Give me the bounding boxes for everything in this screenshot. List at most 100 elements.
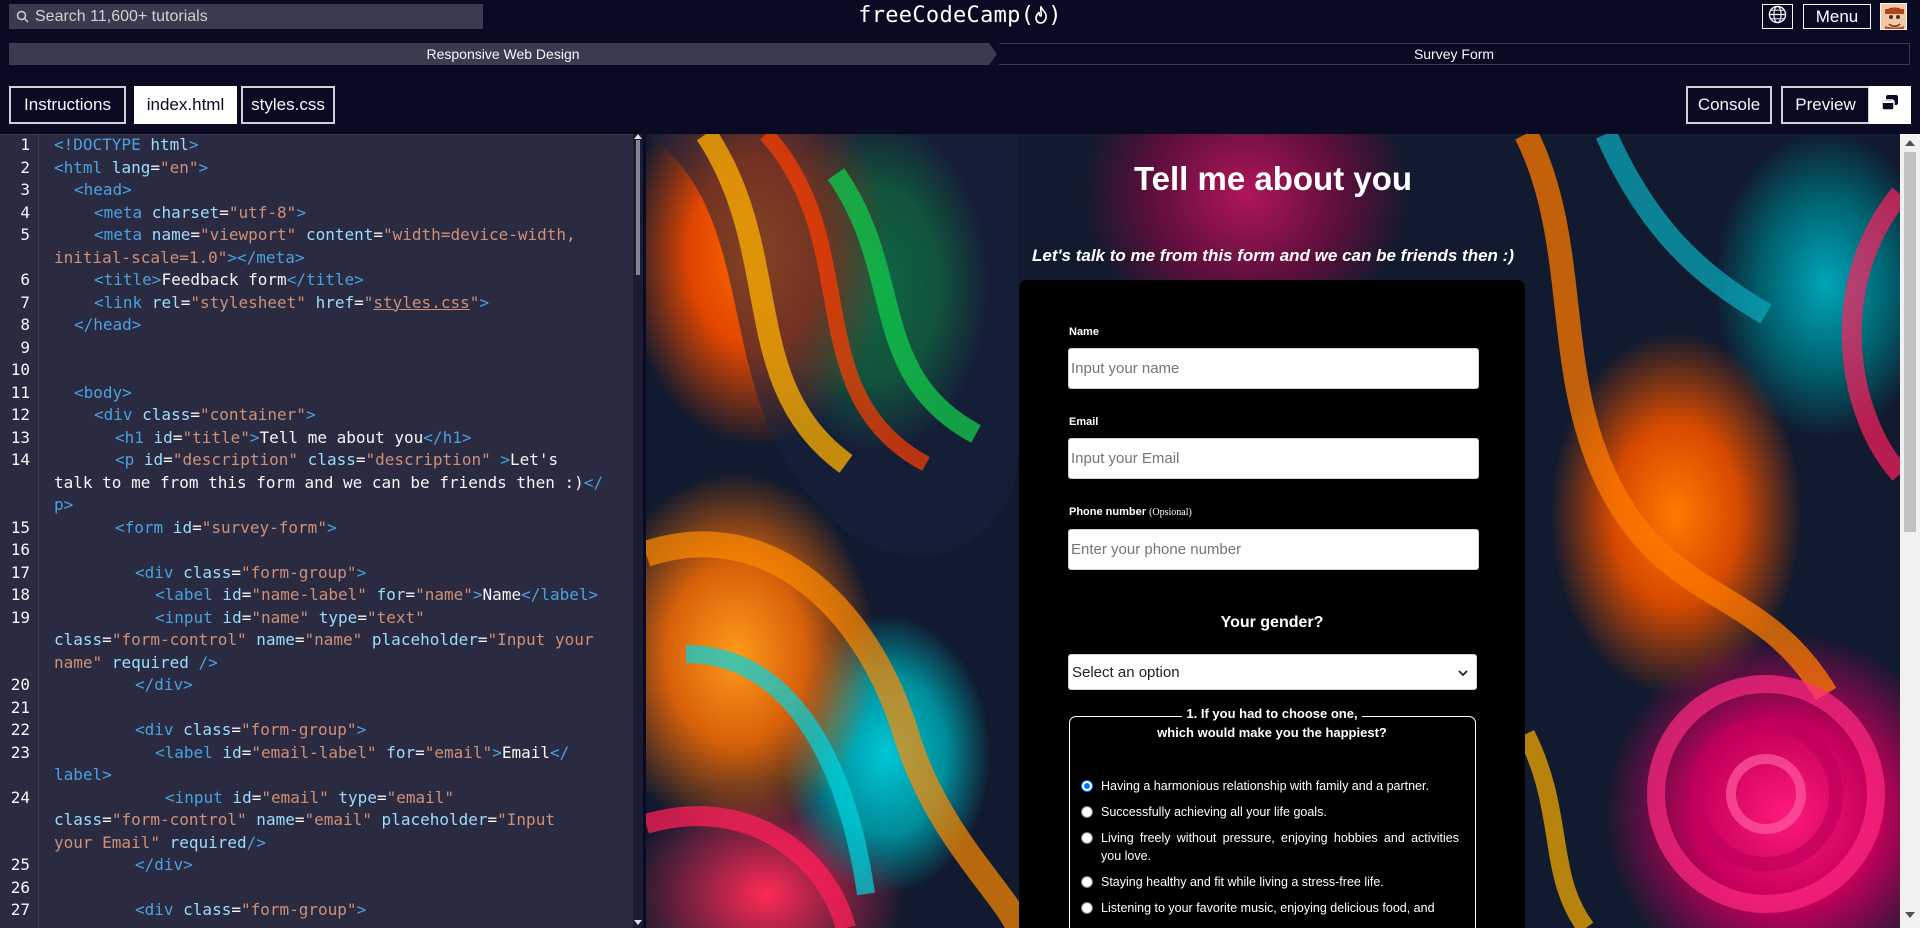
code-token: = bbox=[180, 292, 191, 312]
code-token: rel bbox=[142, 292, 181, 312]
code-token: id bbox=[222, 787, 252, 807]
code-token: "form-group" bbox=[240, 562, 357, 582]
editor-scroll-down-arrow-icon[interactable] bbox=[634, 920, 642, 925]
code-token: <div bbox=[135, 900, 174, 919]
code-token: href bbox=[305, 292, 355, 312]
radio-button[interactable] bbox=[1081, 876, 1093, 888]
happiness-fieldset bbox=[1069, 716, 1476, 928]
code-token: Name bbox=[482, 585, 522, 604]
line-number: 14 bbox=[10, 450, 30, 469]
editor-scrollbar-thumb[interactable] bbox=[636, 140, 640, 275]
brand-text[interactable]: freeCodeCamp bbox=[858, 3, 1021, 28]
avatar[interactable] bbox=[1880, 3, 1907, 30]
search-icon bbox=[9, 10, 35, 23]
radio-option[interactable]: Living freely without pressure, enjoying… bbox=[1081, 829, 1459, 865]
code-editor[interactable]: 1 2 3 4 5 6 7 8 9 10 11 12 13 14 15 16 1… bbox=[0, 134, 643, 928]
line-number: 1 bbox=[20, 135, 30, 154]
line-number: 5 bbox=[20, 225, 30, 244]
popout-window-icon bbox=[1881, 94, 1899, 117]
gender-select[interactable]: Select an option bbox=[1068, 654, 1477, 690]
radio-option-label: Listening to your favorite music, enjoyi… bbox=[1101, 901, 1435, 915]
code-token: = bbox=[190, 405, 200, 424]
code-token: <label bbox=[155, 585, 213, 604]
code-token: "email" bbox=[304, 810, 372, 829]
tab-styles-css[interactable]: styles.css bbox=[241, 86, 335, 124]
tab-preview[interactable]: Preview bbox=[1781, 86, 1870, 124]
line-number: 22 bbox=[10, 720, 30, 739]
code-token: talk to me from this form and we can be … bbox=[54, 472, 584, 492]
code-token: > bbox=[296, 202, 306, 222]
code-token: p> bbox=[54, 495, 74, 514]
code-token: class bbox=[298, 450, 356, 469]
name-input[interactable]: Input your name bbox=[1068, 348, 1479, 389]
radio-button[interactable] bbox=[1081, 832, 1093, 844]
code-token: = bbox=[150, 157, 160, 177]
breadcrumb-challenge[interactable]: Survey Form bbox=[999, 43, 1910, 65]
code-token: = bbox=[251, 787, 262, 807]
breadcrumb: Responsive Web Design Survey Form bbox=[9, 43, 1910, 65]
code-token: > bbox=[305, 405, 316, 424]
code-token: label> bbox=[54, 765, 112, 784]
code-token: " bbox=[469, 292, 480, 312]
page-title: Tell me about you bbox=[1133, 160, 1413, 197]
code-token: your Email" bbox=[54, 832, 160, 852]
radio-option[interactable]: Staying healthy and fit while living a s… bbox=[1081, 873, 1459, 891]
code-link-token[interactable]: styles.css bbox=[373, 293, 469, 312]
search-bar[interactable]: Search 11,600+ tutorials bbox=[9, 4, 483, 29]
code-token: for bbox=[376, 742, 416, 762]
code-token: "title" bbox=[182, 427, 250, 447]
code-token: = bbox=[405, 585, 416, 604]
code-token: name bbox=[246, 630, 295, 649]
line-number: 24 bbox=[10, 787, 30, 807]
radio-option[interactable]: Listening to your favorite music, enjoyi… bbox=[1081, 899, 1459, 917]
code-token: <meta bbox=[94, 202, 143, 222]
code-token: placeholder bbox=[362, 630, 478, 649]
code-token: "form-control" bbox=[111, 810, 247, 829]
radio-button[interactable] bbox=[1081, 806, 1093, 818]
radio-option-label: Successfully achieving all your life goa… bbox=[1101, 805, 1327, 819]
tab-instructions[interactable]: Instructions bbox=[9, 86, 126, 124]
code-token: = bbox=[487, 810, 498, 829]
line-number: 19 bbox=[10, 607, 30, 627]
menu-button[interactable]: Menu bbox=[1803, 4, 1871, 29]
code-token: class bbox=[173, 562, 232, 582]
phone-optional-note: (Opsional) bbox=[1149, 507, 1192, 518]
radio-option[interactable]: Successfully achieving all your life goa… bbox=[1081, 803, 1459, 821]
editor-gutter-divider bbox=[38, 134, 39, 928]
email-input[interactable]: Input your Email bbox=[1068, 438, 1479, 479]
phone-input[interactable]: Enter your phone number bbox=[1068, 529, 1479, 570]
survey-form: Name Input your name Email Input your Em… bbox=[1019, 280, 1525, 928]
radio-button-checked[interactable] bbox=[1081, 780, 1093, 792]
code-token: = bbox=[172, 427, 183, 447]
code-token: "survey-form" bbox=[201, 517, 327, 537]
line-number: 26 bbox=[10, 877, 30, 897]
name-label: Name bbox=[1069, 326, 1099, 338]
line-number: 27 bbox=[10, 900, 30, 919]
preview-scrollbar-thumb[interactable] bbox=[1904, 152, 1916, 532]
search-input[interactable]: Search 11,600+ tutorials bbox=[35, 8, 208, 26]
line-number: 16 bbox=[10, 540, 30, 559]
code-token: <form bbox=[115, 517, 164, 537]
radio-option[interactable]: Having a harmonious relationship with fa… bbox=[1081, 777, 1459, 795]
preview-scroll-down-arrow-icon[interactable] bbox=[1905, 912, 1915, 918]
code-token: = bbox=[241, 607, 252, 627]
breadcrumb-superblock[interactable]: Responsive Web Design bbox=[9, 43, 997, 65]
code-token: > bbox=[356, 562, 367, 582]
code-token: "email" bbox=[424, 742, 493, 762]
line-number: 18 bbox=[10, 585, 30, 604]
line-number: 13 bbox=[10, 427, 30, 447]
code-token: </h1> bbox=[423, 427, 472, 447]
code-token: > bbox=[249, 427, 260, 447]
preview-popout-button[interactable] bbox=[1869, 86, 1911, 124]
tab-console[interactable]: Console bbox=[1686, 86, 1772, 124]
language-button[interactable] bbox=[1762, 4, 1793, 29]
preview-scroll-up-arrow-icon[interactable] bbox=[1905, 140, 1915, 146]
tab-index-html[interactable]: index.html bbox=[134, 86, 237, 124]
code-token: class bbox=[54, 810, 103, 829]
code-token: placeholder bbox=[371, 810, 488, 829]
code-token: <!DOCTYPE bbox=[54, 135, 141, 154]
editor-scroll-up-arrow-icon[interactable] bbox=[634, 134, 642, 139]
code-token: name bbox=[142, 225, 191, 244]
code-token: "text" bbox=[366, 607, 425, 627]
radio-button[interactable] bbox=[1081, 902, 1093, 914]
